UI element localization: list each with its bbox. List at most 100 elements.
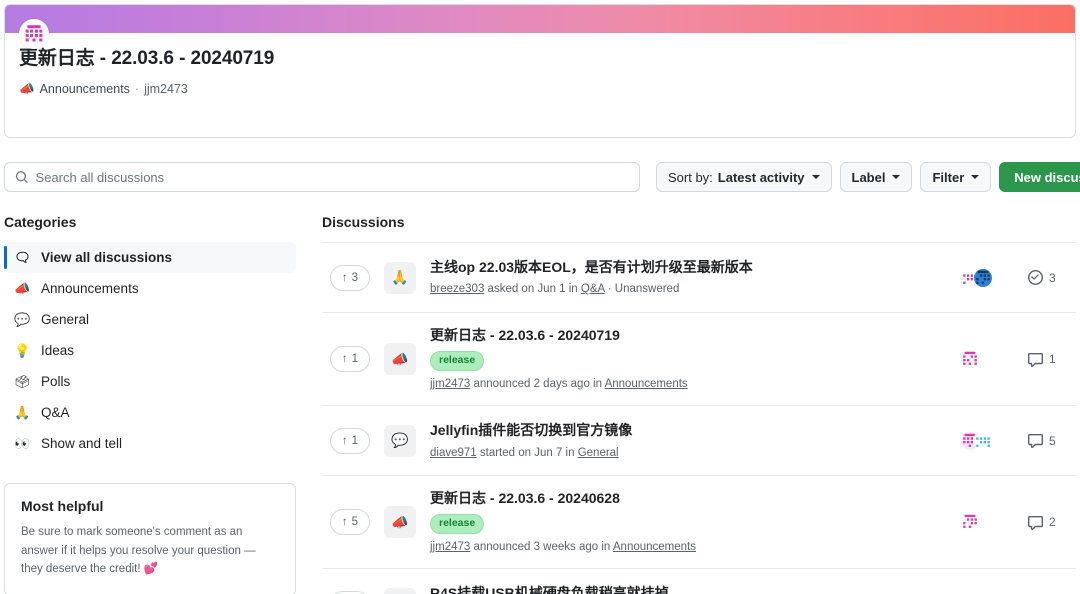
label-badge[interactable]: release bbox=[430, 514, 484, 534]
identicon-avatar bbox=[974, 431, 992, 451]
discussion-category-link[interactable]: General bbox=[578, 447, 619, 459]
label-badge[interactable]: release bbox=[430, 351, 484, 371]
discussion-meta: breeze303 asked on Jun 1 in Q&A · Unansw… bbox=[430, 281, 946, 297]
sidebar-item-q-a[interactable]: 🙏 Q&A bbox=[4, 397, 296, 428]
most-helpful-card: Most helpful Be sure to mark someone's c… bbox=[4, 483, 296, 594]
discussions-heading: Discussions bbox=[322, 214, 1076, 230]
discussion-category-link[interactable]: Announcements bbox=[605, 378, 688, 390]
discussion-author[interactable]: jjm2473 bbox=[430, 541, 470, 553]
label-filter-button[interactable]: Label bbox=[840, 162, 913, 192]
sidebar-item-ideas[interactable]: 💡Ideas bbox=[4, 335, 296, 366]
category-icon-tile: 💬 bbox=[384, 425, 416, 457]
search-input[interactable] bbox=[36, 170, 629, 185]
sidebar-item-general[interactable]: 💬General bbox=[4, 304, 296, 335]
discussion-header-card: 更新日志 - 22.03.6 - 20240719 📣 Announcement… bbox=[4, 4, 1076, 138]
avatar[interactable] bbox=[960, 349, 980, 369]
new-discussion-button[interactable]: New discussion bbox=[999, 162, 1080, 192]
page-title-main: 更新日志 bbox=[19, 48, 95, 69]
discussion-title[interactable]: Jellyfin插件能否切换到官方镜像 bbox=[430, 421, 946, 440]
header-meta: 📣 Announcements · jjm2473 bbox=[19, 82, 1059, 97]
discussion-row[interactable]: ↑1 💬 Jellyfin插件能否切换到官方镜像 diave971 started o… bbox=[322, 405, 1076, 475]
praying-hands-icon: 🙏 bbox=[14, 406, 31, 419]
header-author[interactable]: jjm2473 bbox=[144, 82, 188, 96]
discussion-status: · Unanswered bbox=[605, 283, 680, 295]
discussion-category-link[interactable]: Announcements bbox=[613, 541, 696, 553]
header-category[interactable]: Announcements bbox=[40, 82, 130, 96]
comment-icon bbox=[1028, 433, 1043, 448]
discussions-icon: 🗨 bbox=[14, 251, 31, 264]
upvote-button[interactable]: ↑1 bbox=[330, 428, 370, 454]
sidebar-item-label: Q&A bbox=[41, 405, 70, 420]
sidebar-item-label: Announcements bbox=[41, 281, 139, 296]
filter-button[interactable]: Filter bbox=[920, 162, 991, 192]
discussion-author[interactable]: breeze303 bbox=[430, 283, 484, 295]
megaphone-icon: 📣 bbox=[391, 514, 408, 531]
comment-count-cell[interactable]: 1 bbox=[1028, 352, 1070, 367]
categories-heading: Categories bbox=[4, 214, 296, 230]
megaphone-icon: 📣 bbox=[14, 282, 31, 295]
upvote-button[interactable]: ↑1 bbox=[330, 346, 370, 372]
avatar[interactable] bbox=[973, 431, 993, 451]
discussion-title[interactable]: R4S挂载USB机械硬盘负载稍高就挂掉 bbox=[430, 584, 946, 594]
avatar[interactable] bbox=[19, 19, 49, 49]
discussion-meta: diave971 started on Jun 7 in General bbox=[430, 445, 946, 461]
upvote-button[interactable]: ↑5 bbox=[330, 509, 370, 535]
filter-button-text: Filter bbox=[932, 170, 964, 185]
sidebar-item-label: Polls bbox=[41, 374, 70, 389]
discussion-main: Jellyfin插件能否切换到官方镜像 diave971 started on J… bbox=[430, 421, 946, 461]
discussion-action: announced 2 days ago in bbox=[470, 378, 604, 390]
discussion-right: 1 bbox=[960, 349, 1070, 369]
chevron-down-icon bbox=[892, 175, 900, 179]
discussion-row[interactable]: ↑1📣更新日志 - 22.03.6 - 20240719releasejjm24… bbox=[322, 312, 1076, 405]
discussion-category-link[interactable]: Q&A bbox=[581, 283, 605, 295]
speech-bubble-icon: 💬 bbox=[391, 432, 408, 449]
chevron-down-icon bbox=[971, 175, 979, 179]
sidebar-item-label: View all discussions bbox=[41, 250, 172, 265]
discussion-row[interactable]: ↑5 📣 更新日志 - 22.03.6 - 20240628 release jjm24… bbox=[322, 475, 1076, 568]
discussion-main: R4S挂载USB机械硬盘负载稍高就挂掉wolvth asked on Mar 2… bbox=[430, 584, 946, 594]
meta-separator: · bbox=[135, 82, 139, 96]
discussion-meta: jjm2473 announced 2 days ago in Announce… bbox=[430, 376, 946, 392]
most-helpful-title: Most helpful bbox=[21, 498, 279, 514]
discussion-row[interactable]: ↑1🙏R4S挂载USB机械硬盘负载稍高就挂掉wolvth asked on Ma… bbox=[322, 568, 1076, 594]
sidebar-item-announcements[interactable]: 📣 Announcements bbox=[4, 273, 296, 304]
discussion-title[interactable]: 更新日志 - 22.03.6 - 20240628 bbox=[430, 489, 946, 508]
discussion-title[interactable]: 主线op 22.03版本EOL，是否有计划升级至最新版本 bbox=[430, 258, 946, 277]
sidebar-item-view-all-discussions[interactable]: 🗨 View all discussions bbox=[4, 242, 296, 273]
comment-count-cell[interactable]: 5 bbox=[1028, 433, 1070, 448]
participant-avatars bbox=[960, 268, 1000, 288]
discussion-row[interactable]: ↑3 🙏 主线op 22.03版本EOL，是否有计划升级至最新版本 breeze303… bbox=[322, 242, 1076, 312]
sort-value: Latest activity bbox=[718, 170, 805, 185]
comment-count: 2 bbox=[1049, 515, 1056, 529]
gradient-banner bbox=[5, 5, 1075, 33]
most-helpful-text: Be sure to mark someone's comment as an … bbox=[21, 523, 279, 579]
sort-by-button[interactable]: Sort by: Latest activity bbox=[656, 162, 832, 192]
comment-icon bbox=[1028, 352, 1043, 367]
discussion-main: 更新日志 - 22.03.6 - 20240719 release jjm2473 … bbox=[430, 326, 946, 392]
comment-count: 5 bbox=[1049, 434, 1056, 448]
sidebar-item-polls[interactable]: 🗳 Polls bbox=[4, 366, 296, 397]
category-icon-tile: 🙏 bbox=[384, 262, 416, 294]
arrow-up-icon: ↑ bbox=[342, 353, 348, 365]
sidebar-item-label: General bbox=[41, 312, 89, 327]
discussion-right: 3 bbox=[960, 268, 1070, 288]
identicon-avatar bbox=[961, 349, 979, 369]
page-title: 更新日志 - 22.03.6 - 20240719 bbox=[19, 47, 1059, 71]
discussion-right: 2 bbox=[960, 512, 1070, 532]
discussion-author[interactable]: diave971 bbox=[430, 447, 477, 459]
sidebar-item-show-and-tell[interactable]: 👀Show and tell bbox=[4, 428, 296, 459]
search-box[interactable] bbox=[4, 162, 640, 192]
comment-count-cell[interactable]: 2 bbox=[1028, 515, 1070, 530]
avatar[interactable] bbox=[973, 268, 993, 288]
discussion-author[interactable]: jjm2473 bbox=[430, 378, 470, 390]
avatar[interactable] bbox=[960, 512, 980, 532]
upvote-count: 5 bbox=[352, 516, 358, 528]
discussion-action: asked on Jun 1 in bbox=[484, 283, 581, 295]
participant-avatars bbox=[960, 431, 1000, 451]
ballot-box-icon: 🗳 bbox=[14, 375, 31, 388]
upvote-button[interactable]: ↑3 bbox=[330, 265, 370, 291]
discussion-title[interactable]: 更新日志 - 22.03.6 - 20240719 bbox=[430, 326, 946, 345]
sidebar-item-label: Ideas bbox=[41, 343, 74, 358]
comment-count-cell[interactable]: 3 bbox=[1028, 270, 1070, 285]
identicon-avatar bbox=[974, 268, 992, 288]
